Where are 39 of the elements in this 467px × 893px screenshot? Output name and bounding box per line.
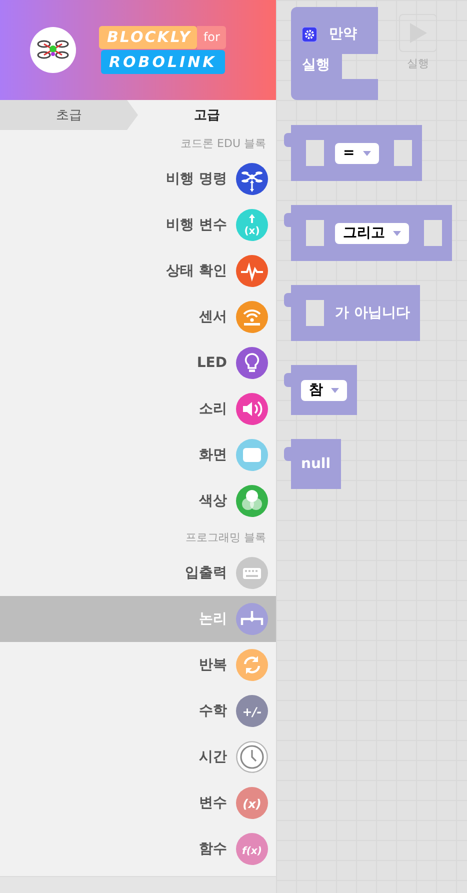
gear-icon[interactable] bbox=[302, 26, 317, 42]
function-icon: f(x) bbox=[236, 833, 268, 865]
caret-icon bbox=[393, 230, 401, 236]
dropdown-field[interactable]: 그리고 bbox=[335, 222, 409, 244]
category-item[interactable]: 센서 bbox=[0, 294, 276, 340]
logo: BLOCKLY for ROBOLINK bbox=[99, 26, 226, 74]
block-label: 가 아닙니다 bbox=[335, 304, 410, 322]
math-icon: +/- bbox=[236, 695, 268, 727]
category-item[interactable]: 비행 변수 (x) bbox=[0, 202, 276, 248]
category-item[interactable]: 변수 (x) bbox=[0, 780, 276, 826]
section-heading: 프로그래밍 블록 bbox=[184, 530, 267, 546]
category-item[interactable]: 수학 +/- bbox=[0, 688, 276, 734]
section-heading: 코드론 EDU 블록 bbox=[180, 136, 267, 152]
category-item[interactable]: 색상 bbox=[0, 478, 276, 524]
block-label: 만약 bbox=[329, 25, 357, 43]
dropdown-field[interactable]: = bbox=[335, 142, 379, 164]
level-tab[interactable]: 초급 bbox=[0, 100, 138, 130]
category-item[interactable]: 비행 명령 bbox=[0, 156, 276, 202]
connector-tab bbox=[284, 293, 291, 307]
drone-logo-icon bbox=[30, 27, 76, 73]
category-item[interactable]: 상태 확인 bbox=[0, 248, 276, 294]
dropdown-field[interactable]: 참 bbox=[301, 380, 347, 400]
category-item[interactable]: 함수 f(x) bbox=[0, 826, 276, 872]
connector-tab bbox=[284, 373, 291, 387]
connector-tab bbox=[284, 213, 291, 227]
variable-icon: (x) bbox=[236, 787, 268, 819]
connector-tab bbox=[284, 447, 291, 461]
variable-icon: (x) bbox=[236, 209, 268, 241]
caret-icon bbox=[331, 388, 339, 392]
block-label: 실행 bbox=[302, 56, 330, 74]
category-item[interactable]: 소리 bbox=[0, 386, 276, 432]
caret-icon bbox=[362, 150, 371, 156]
category-item[interactable]: 시간 bbox=[0, 734, 276, 780]
category-item[interactable]: 반복 bbox=[0, 642, 276, 688]
category-item[interactable]: LED bbox=[0, 340, 276, 386]
block-label: null bbox=[301, 456, 331, 472]
category-item[interactable]: 화면 bbox=[0, 432, 276, 478]
connector-tab bbox=[284, 133, 291, 147]
category-item[interactable]: 입출력 bbox=[0, 550, 276, 596]
